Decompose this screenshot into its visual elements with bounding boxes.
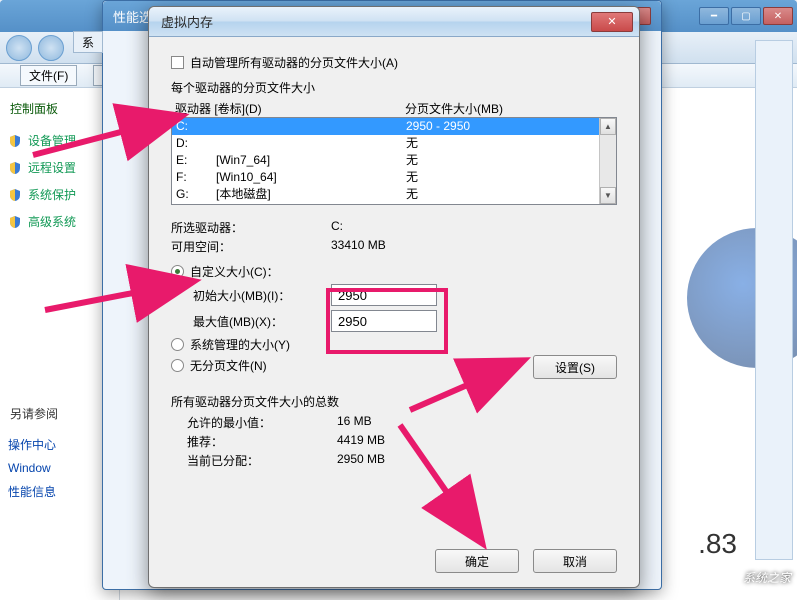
see-also-heading: 另请参阅 [4, 405, 115, 422]
sidebar-item-device-mgr[interactable]: 设备管理 [4, 127, 115, 154]
link-perf-info[interactable]: 性能信息 [4, 479, 115, 504]
rating-score: .83 [698, 528, 737, 560]
sidebar-item-advanced[interactable]: 高级系统 [4, 208, 115, 235]
drive-list-header: 驱动器 [卷标](D) 分页文件大小(MB) [171, 100, 617, 117]
close-button[interactable]: ✕ [763, 7, 793, 25]
radio-custom-label: 自定义大小(C)： [190, 263, 279, 280]
cur-value: 2950 MB [337, 452, 385, 469]
sidebar-item-label: 远程设置 [28, 159, 76, 176]
min-value: 16 MB [337, 414, 372, 431]
max-size-label: 最大值(MB)(X)： [193, 313, 331, 330]
rec-value: 4419 MB [337, 433, 385, 450]
free-space-value: 33410 MB [331, 238, 386, 255]
shield-icon [8, 215, 22, 229]
watermark-text: 系统之家 [743, 569, 791, 586]
auto-manage-checkbox[interactable] [171, 56, 184, 69]
totals-heading: 所有驱动器分页文件大小的总数 [171, 393, 617, 410]
auto-manage-row[interactable]: 自动管理所有驱动器的分页文件大小(A) [171, 54, 617, 71]
scroll-down-icon[interactable]: ▼ [600, 187, 616, 204]
auto-manage-label: 自动管理所有驱动器的分页文件大小(A) [190, 54, 398, 71]
sys-tab-fragment: 系 [73, 31, 103, 53]
selected-drive-value: C: [331, 219, 343, 236]
sidebar-item-label: 高级系统 [28, 213, 76, 230]
sidebar-item-protection[interactable]: 系统保护 [4, 181, 115, 208]
sidebar-item-remote[interactable]: 远程设置 [4, 154, 115, 181]
sidebar-heading: 控制面板 [4, 100, 115, 117]
watermark: 系统之家 [699, 562, 791, 592]
radio-none-label: 无分页文件(N) [190, 357, 267, 374]
selected-drive-label: 所选驱动器： [171, 219, 331, 236]
initial-size-input[interactable] [331, 284, 437, 306]
per-drive-label: 每个驱动器的分页文件大小 [171, 79, 617, 96]
drive-row[interactable]: C:2950 - 2950 [172, 118, 599, 135]
scroll-track[interactable] [600, 135, 616, 187]
radio-system[interactable] [171, 338, 184, 351]
dialog-titlebar: 虚拟内存 ✕ [149, 7, 639, 37]
radio-none[interactable] [171, 359, 184, 372]
col-size: 分页文件大小(MB) [405, 100, 503, 117]
link-action-center[interactable]: 操作中心 [4, 432, 115, 457]
drive-listbox[interactable]: C:2950 - 2950 D:无 E:[Win7_64]无 F:[Win10_… [171, 117, 617, 205]
cur-label: 当前已分配： [187, 452, 337, 469]
shield-icon [8, 161, 22, 175]
menu-file[interactable]: 文件(F) [20, 65, 77, 86]
radio-none-row[interactable]: 无分页文件(N) [171, 357, 267, 374]
initial-size-label: 初始大小(MB)(I)： [193, 287, 331, 304]
virtual-memory-dialog: 虚拟内存 ✕ 自动管理所有驱动器的分页文件大小(A) 每个驱动器的分页文件大小 … [148, 6, 640, 588]
free-space-label: 可用空间： [171, 238, 331, 255]
shield-icon [8, 134, 22, 148]
drive-row[interactable]: F:[Win10_64]无 [172, 169, 599, 186]
max-size-input[interactable] [331, 310, 437, 332]
radio-custom[interactable] [171, 265, 184, 278]
rec-label: 推荐： [187, 433, 337, 450]
close-button[interactable]: ✕ [591, 12, 633, 32]
drive-row[interactable]: E:[Win7_64]无 [172, 152, 599, 169]
set-button[interactable]: 设置(S) [533, 355, 617, 379]
link-windows[interactable]: Window [4, 457, 115, 479]
cancel-button[interactable]: 取消 [533, 549, 617, 573]
radio-system-row[interactable]: 系统管理的大小(Y) [171, 336, 617, 353]
sidebar-item-label: 系统保护 [28, 186, 76, 203]
radio-system-label: 系统管理的大小(Y) [190, 336, 290, 353]
scroll-up-icon[interactable]: ▲ [600, 118, 616, 135]
ok-button[interactable]: 确定 [435, 549, 519, 573]
watermark-logo-icon [699, 562, 735, 592]
col-drive: 驱动器 [卷标](D) [175, 100, 405, 117]
drive-row[interactable]: D:无 [172, 135, 599, 152]
back-button[interactable] [6, 35, 32, 61]
forward-button[interactable] [38, 35, 64, 61]
listbox-scrollbar[interactable]: ▲ ▼ [599, 118, 616, 204]
radio-custom-row[interactable]: 自定义大小(C)： [171, 263, 617, 280]
sidebar-item-label: 设备管理 [28, 132, 76, 149]
drive-row[interactable]: G:[本地磁盘]无 [172, 186, 599, 203]
maximize-button[interactable]: ▢ [731, 7, 761, 25]
shield-icon [8, 188, 22, 202]
right-panel-sliver [755, 40, 793, 560]
min-label: 允许的最小值： [187, 414, 337, 431]
minimize-button[interactable]: ━ [699, 7, 729, 25]
dialog-title: 虚拟内存 [161, 12, 213, 31]
